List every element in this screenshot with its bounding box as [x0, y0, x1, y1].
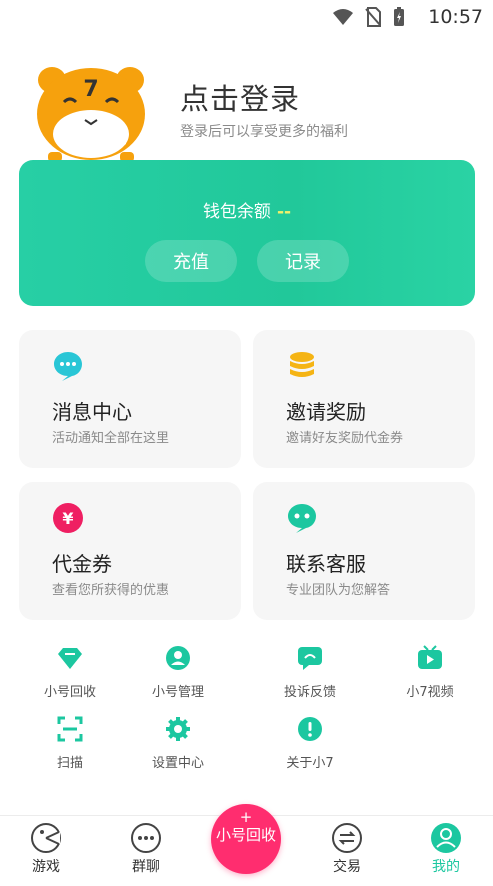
coin-stack-icon — [290, 352, 314, 377]
center-account-recycle-button[interactable]: + 小号回收 — [211, 804, 281, 874]
status-bar: 10:57 — [0, 0, 493, 34]
tab-mine[interactable]: 我的 — [406, 822, 486, 876]
center-button-label: 小号回收 — [215, 826, 276, 844]
chat-dots-icon — [131, 823, 161, 853]
tab-games[interactable]: 游戏 — [6, 822, 86, 876]
tab-group-chat[interactable]: 群聊 — [106, 822, 186, 876]
yen-coupon-icon: ¥ — [53, 503, 83, 533]
card-title: 消息中心 — [52, 400, 132, 424]
scan-icon — [57, 716, 83, 742]
login-subtitle: 登录后可以享受更多的福利 — [180, 124, 348, 140]
no-sim-icon — [365, 7, 381, 27]
mascot-tiger-icon[interactable]: 7 — [30, 62, 152, 167]
tv-play-icon — [418, 645, 442, 669]
card-coupons[interactable]: ¥ 代金券 查看您所获得的优惠 — [19, 482, 241, 620]
grid-item-feedback[interactable]: 投诉反馈 — [265, 645, 355, 700]
info-icon — [298, 717, 322, 741]
svg-text:¥: ¥ — [62, 509, 73, 528]
plus-icon: + — [239, 808, 253, 826]
wallet-balance-amount: -- — [276, 202, 292, 222]
login-title[interactable]: 点击登录 — [180, 76, 300, 118]
tab-label: 游戏 — [32, 859, 60, 875]
wallet-balance: 钱包余额 -- — [19, 197, 475, 222]
grid-label: 关于小7 — [286, 756, 334, 771]
card-title: 联系客服 — [286, 552, 366, 576]
status-icons — [333, 7, 405, 27]
wifi-icon — [333, 9, 353, 25]
grid-label: 小7视频 — [406, 685, 454, 700]
exchange-icon — [332, 823, 362, 853]
grid-item-video[interactable]: 小7视频 — [385, 645, 475, 700]
grid-item-about[interactable]: 关于小7 — [265, 716, 355, 771]
grid-label: 小号管理 — [151, 685, 204, 700]
battery-icon — [394, 7, 404, 26]
wallet-card: 钱包余额 -- 充值 记录 — [19, 160, 475, 306]
card-subtitle: 查看您所获得的优惠 — [52, 583, 170, 598]
card-subtitle: 专业团队为您解答 — [286, 583, 391, 598]
grid-item-account-recycle[interactable]: 小号回收 — [25, 645, 115, 700]
grid-label: 小号回收 — [43, 685, 96, 700]
tab-trade[interactable]: 交易 — [307, 822, 387, 876]
grid-item-settings[interactable]: 设置中心 — [133, 716, 223, 771]
feedback-icon — [298, 647, 322, 670]
wallet-balance-label: 钱包余额 — [202, 202, 271, 222]
card-customer-service[interactable]: 联系客服 专业团队为您解答 — [253, 482, 475, 620]
diamond-icon — [58, 648, 82, 669]
pacman-icon — [31, 823, 61, 853]
gear-icon — [166, 717, 190, 741]
grid-item-account-manage[interactable]: 小号管理 — [133, 645, 223, 700]
status-time: 10:57 — [428, 6, 483, 28]
card-subtitle: 活动通知全部在这里 — [52, 431, 170, 446]
tab-label: 交易 — [333, 859, 361, 875]
card-invite-reward[interactable]: 邀请奖励 邀请好友奖励代金券 — [253, 330, 475, 468]
tab-label: 群聊 — [132, 859, 160, 875]
account-manage-icon — [166, 646, 190, 670]
mascot-mark: 7 — [83, 77, 98, 102]
grid-item-scan[interactable]: 扫描 — [25, 716, 115, 771]
grid-label: 扫描 — [56, 756, 83, 771]
service-chat-icon — [288, 504, 316, 533]
grid-label: 投诉反馈 — [283, 685, 336, 700]
record-button[interactable]: 记录 — [257, 240, 349, 282]
grid-label: 设置中心 — [151, 756, 204, 771]
card-title: 代金券 — [52, 552, 112, 576]
chat-bubble-icon — [54, 352, 82, 381]
user-icon — [431, 823, 461, 853]
tab-label: 我的 — [432, 859, 460, 875]
card-subtitle: 邀请好友奖励代金券 — [286, 431, 404, 446]
recharge-button[interactable]: 充值 — [145, 240, 237, 282]
card-title: 邀请奖励 — [286, 400, 366, 424]
card-message-center[interactable]: 消息中心 活动通知全部在这里 — [19, 330, 241, 468]
